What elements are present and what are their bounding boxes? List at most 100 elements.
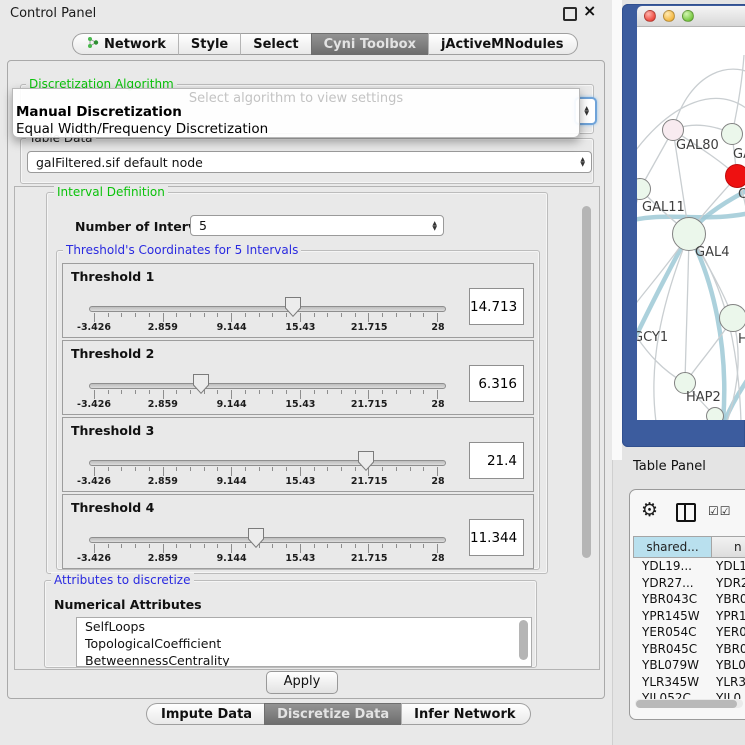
network-node-label: GAL80	[676, 138, 719, 153]
table-cell[interactable]: YDR27...	[633, 575, 712, 592]
tick-mark	[437, 544, 438, 553]
table-cell[interactable]: YER0	[712, 624, 745, 641]
table-cell[interactable]: YBR0	[712, 591, 745, 608]
slider-thumb[interactable]	[193, 374, 209, 394]
tick-mark	[327, 544, 328, 548]
gear-icon[interactable]: ⚙	[641, 499, 658, 521]
tick-mark	[396, 544, 397, 548]
slider-track[interactable]	[89, 537, 446, 543]
minimize-traffic-light-icon[interactable]	[663, 10, 675, 22]
table-cell[interactable]: YIL0	[712, 690, 741, 699]
column-header[interactable]: n	[712, 536, 745, 558]
num-intervals-combo[interactable]: 5 ▲▼	[190, 215, 444, 236]
tick-mark	[259, 390, 260, 394]
network-node-h[interactable]	[719, 304, 745, 332]
table-row[interactable]: YDL19...YDL1	[633, 558, 745, 575]
table-cell[interactable]: YPR1	[712, 608, 745, 625]
tab-select[interactable]: Select	[240, 33, 310, 55]
network-canvas[interactable]: GAL80GACGAL11GAL4GCY1HHAP2	[637, 27, 745, 420]
tick-label: 28	[431, 553, 444, 564]
table-cell[interactable]: YBR045C	[633, 641, 712, 658]
network-node-label: C	[738, 187, 745, 202]
slider-thumb[interactable]	[358, 451, 374, 471]
tick-mark	[231, 390, 232, 399]
tick-mark	[355, 313, 356, 317]
threshold-value-field[interactable]: 11.344	[469, 519, 524, 556]
algorithm-option[interactable]: Manual Discretization	[16, 104, 182, 120]
tick-mark	[231, 544, 232, 553]
slider-thumb[interactable]	[248, 528, 264, 548]
slider-thumb[interactable]	[285, 297, 301, 317]
tab-cyni-toolbox[interactable]: Cyni Toolbox	[311, 33, 428, 55]
table-cell[interactable]: YLR345W	[633, 674, 712, 691]
tick-mark	[382, 390, 383, 394]
tick-mark	[410, 544, 411, 548]
table-row[interactable]: YPR145WYPR1	[633, 608, 745, 625]
show-columns-checkboxes-icon[interactable]: ☑☑	[708, 504, 732, 518]
tick-label: 2.859	[148, 476, 178, 487]
tick-mark	[300, 467, 301, 476]
close-traffic-light-icon[interactable]	[644, 10, 656, 22]
network-node-c[interactable]	[725, 164, 745, 188]
algorithm-option[interactable]: Equal Width/Frequency Discretization	[16, 121, 268, 137]
network-window-titlebar[interactable]	[637, 6, 745, 27]
attributes-list-scrollbar[interactable]	[519, 620, 528, 660]
table-cell[interactable]: YBR0	[712, 641, 745, 658]
table-cell[interactable]: YDL19...	[633, 558, 712, 575]
attributes-listbox: SelfLoopsTopologicalCoefficientBetweenne…	[76, 617, 532, 667]
slider-track[interactable]	[89, 306, 446, 312]
scrollbar-thumb[interactable]	[636, 700, 737, 708]
tick-label: -3.426	[77, 399, 111, 410]
table-cell[interactable]: YPR145W	[633, 608, 712, 625]
tab-infer-network[interactable]: Infer Network	[401, 703, 530, 725]
network-node[interactable]	[706, 407, 724, 420]
zoom-traffic-light-icon[interactable]	[682, 10, 694, 22]
tick-mark	[163, 390, 164, 399]
tab-network[interactable]: Network	[72, 33, 178, 55]
tab-discretize-data[interactable]: Discretize Data	[264, 703, 401, 725]
column-header[interactable]: shared...	[633, 536, 712, 558]
tick-mark	[423, 544, 424, 548]
table-row[interactable]: YLR345WYLR3	[633, 674, 745, 691]
tick-mark	[423, 313, 424, 317]
table-cell[interactable]: YDL1	[712, 558, 745, 575]
threshold-value-field[interactable]: 14.713	[469, 288, 524, 325]
table-cell[interactable]: YLR3	[712, 674, 745, 691]
slider-track[interactable]	[89, 383, 446, 389]
table-data-combo[interactable]: galFiltered.sif default node ▲▼	[27, 151, 592, 173]
float-icon[interactable]	[563, 7, 577, 21]
table-row[interactable]: YBL079WYBL0	[633, 657, 745, 674]
interval-definition-label: Interval Definition	[54, 185, 168, 199]
table-horizontal-scrollbar[interactable]	[635, 699, 743, 708]
network-node-ga[interactable]	[721, 123, 743, 145]
threshold-value-field[interactable]: 6.316	[469, 365, 524, 402]
table-cell[interactable]: YIL052C	[633, 690, 712, 699]
table-row[interactable]: YBR043CYBR0	[633, 591, 745, 608]
close-icon[interactable]: ×	[583, 1, 596, 20]
tick-mark	[272, 313, 273, 317]
tab-jactivemnodules[interactable]: jActiveMNodules	[428, 33, 579, 55]
tab-style[interactable]: Style	[178, 33, 240, 55]
threshold-label: Threshold 1	[71, 269, 154, 284]
tick-mark	[135, 467, 136, 471]
vertical-scrollbar[interactable]	[582, 206, 591, 558]
table-cell[interactable]: YDR2	[712, 575, 745, 592]
table-cell[interactable]: YBR043C	[633, 591, 712, 608]
table-row[interactable]: YDR27...YDR2	[633, 575, 745, 592]
list-item[interactable]: TopologicalCoefficient	[77, 635, 531, 652]
threshold-value-field[interactable]: 21.4	[469, 442, 524, 479]
tab-impute-data[interactable]: Impute Data	[146, 703, 264, 725]
panel-gap	[612, 0, 622, 460]
tick-mark	[272, 390, 273, 394]
table-row[interactable]: YBR045CYBR0	[633, 641, 745, 658]
list-item[interactable]: SelfLoops	[77, 618, 531, 635]
table-row[interactable]: YIL052CYIL0	[633, 690, 745, 699]
table-row[interactable]: YER054CYER0	[633, 624, 745, 641]
table-cell[interactable]: YER054C	[633, 624, 712, 641]
list-item[interactable]: BetweennessCentrality	[77, 652, 531, 667]
table-cell[interactable]: YBL079W	[633, 657, 712, 674]
apply-button[interactable]: Apply	[266, 671, 338, 694]
slider-track[interactable]	[89, 460, 446, 466]
table-cell[interactable]: YBL0	[712, 657, 745, 674]
columns-icon[interactable]	[676, 503, 696, 522]
